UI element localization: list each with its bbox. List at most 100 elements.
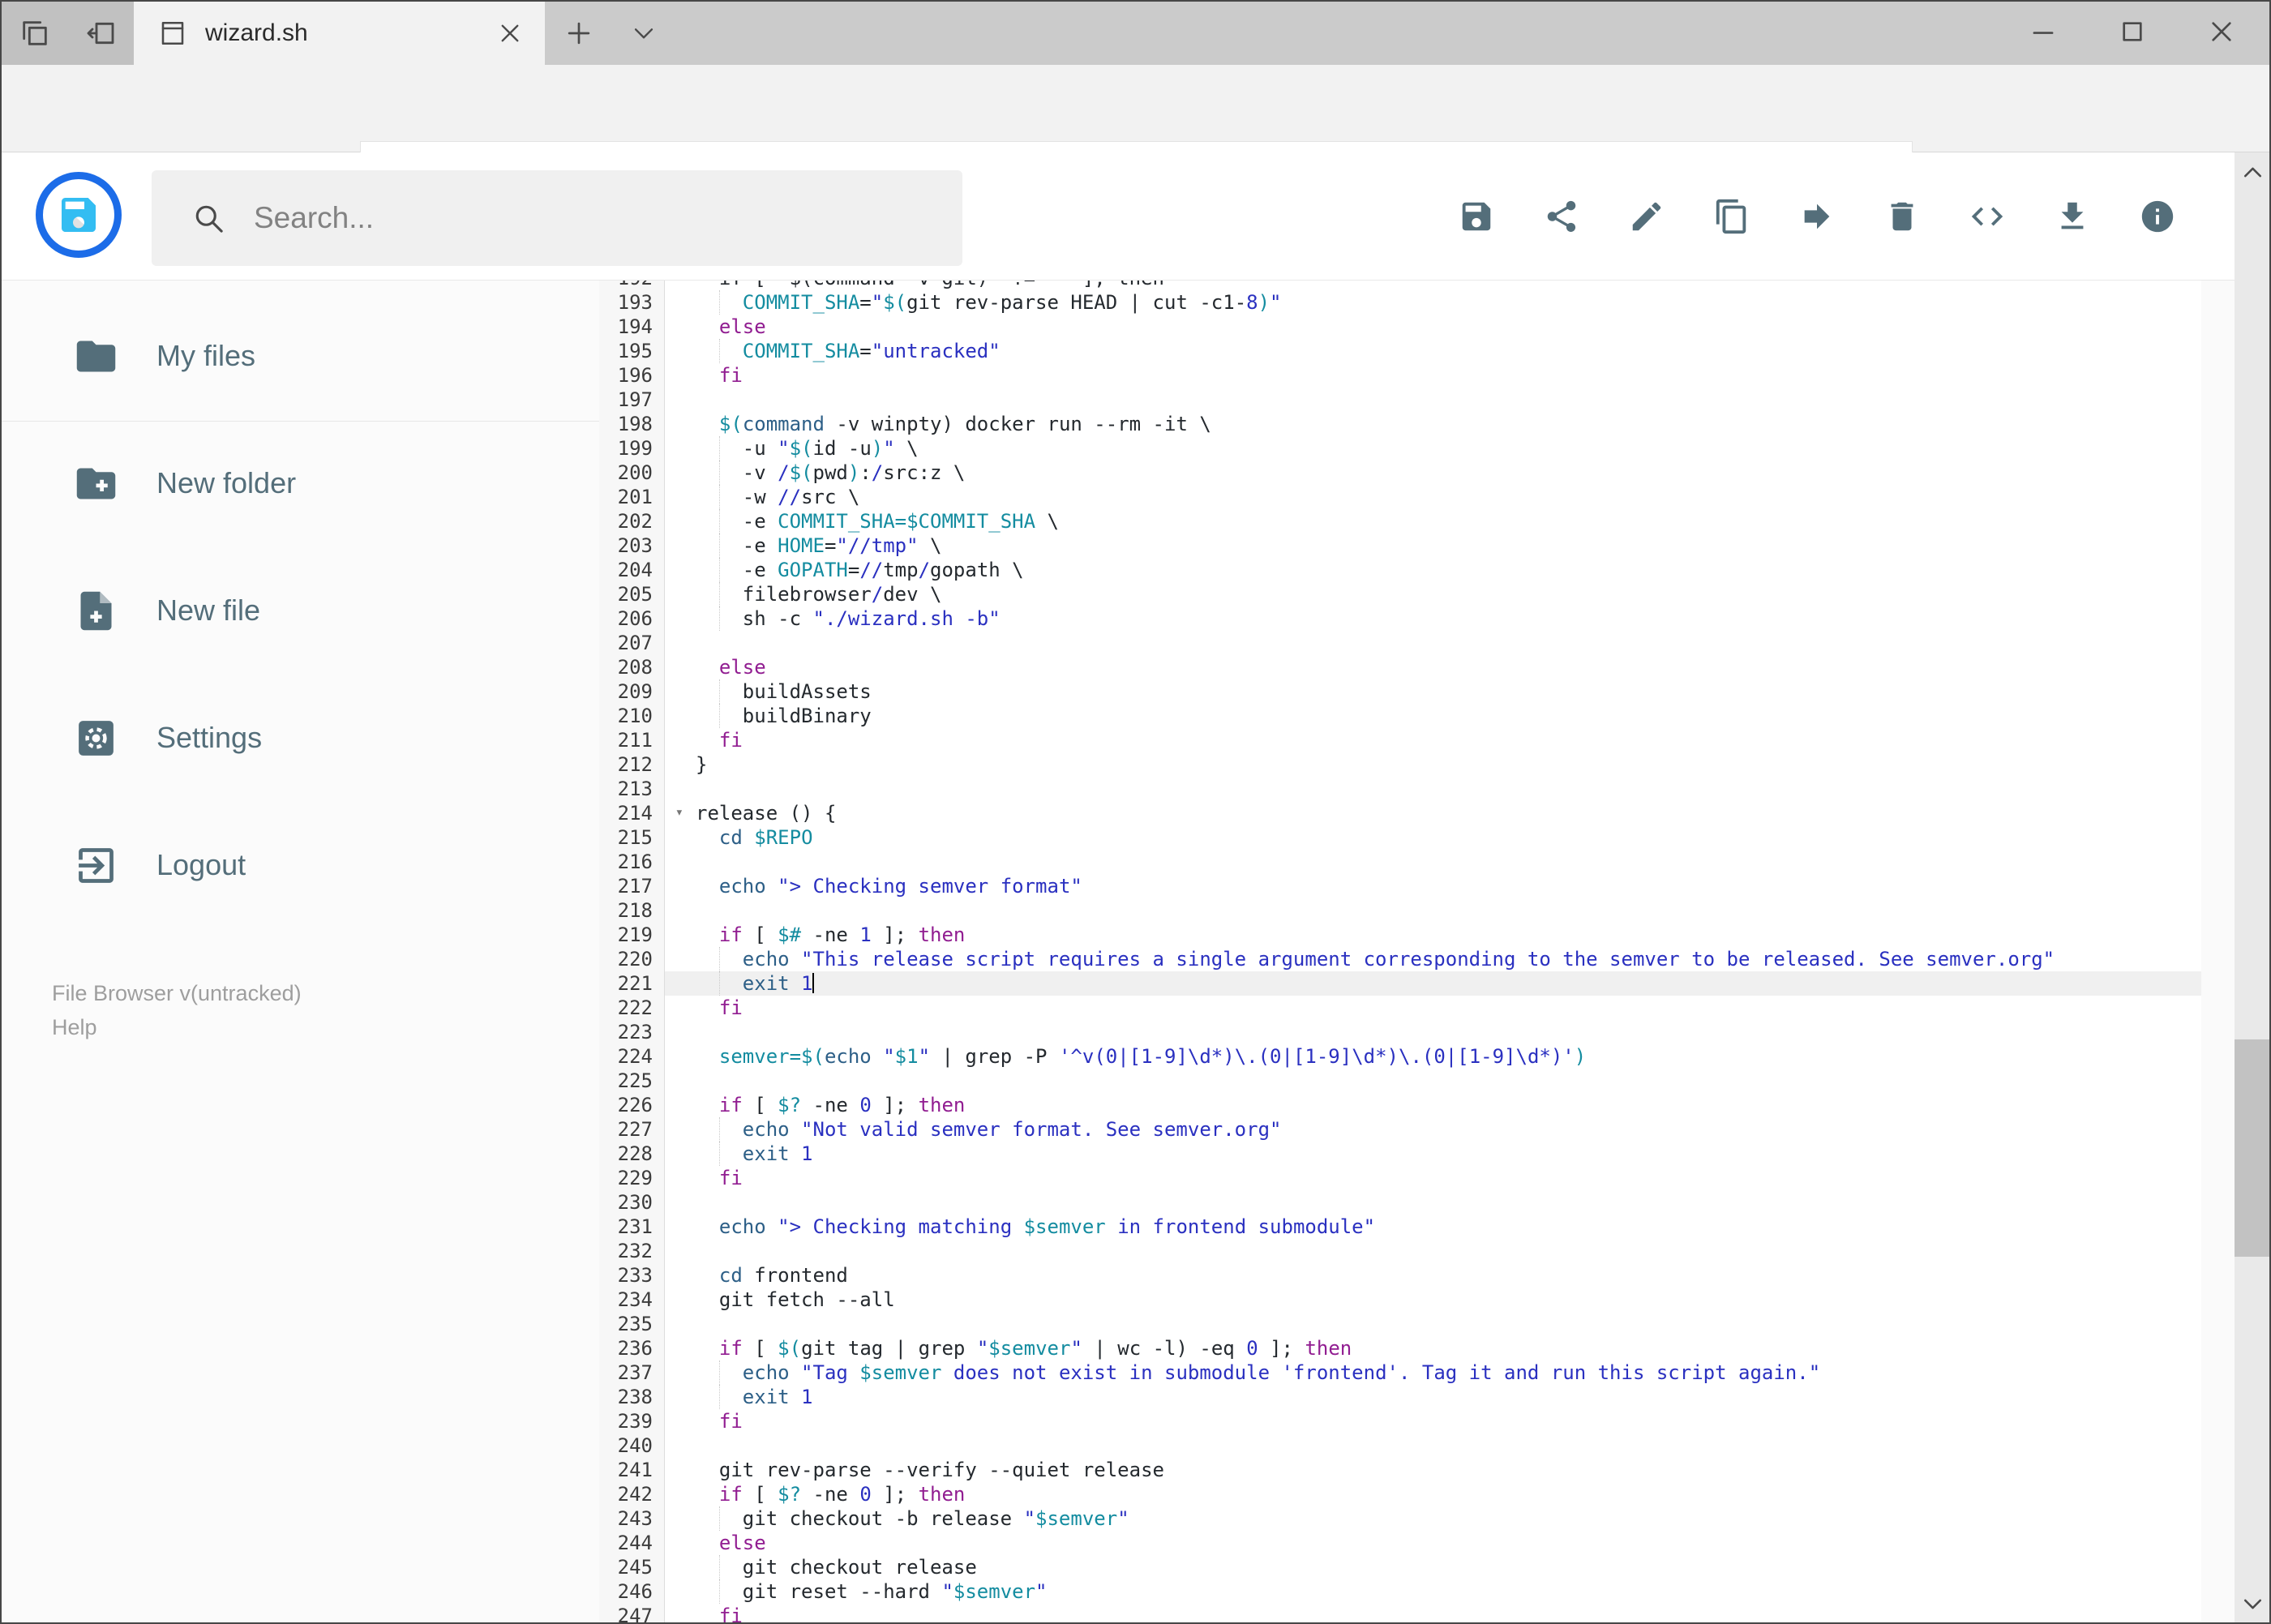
line-number[interactable]: 205 [599,582,665,606]
line-number[interactable]: 213 [599,777,665,801]
code-text[interactable]: echo "This release script requires a sin… [665,947,2201,971]
sidebar-item-new-folder[interactable]: New folder [73,451,296,516]
code-text[interactable]: fi [665,1604,2201,1622]
code-text[interactable]: cd $REPO [665,825,2201,850]
line-number[interactable]: 239 [599,1409,665,1433]
code-text[interactable]: -e COMMIT_SHA=$COMMIT_SHA \ [665,509,2201,533]
line-number[interactable]: 197 [599,388,665,412]
line-number[interactable]: 233 [599,1263,665,1288]
set-tabs-aside-icon[interactable] [84,17,117,49]
code-text[interactable]: git checkout release [665,1555,2201,1579]
line-number[interactable]: 244 [599,1531,665,1555]
code-text[interactable]: else [665,315,2201,339]
line-number[interactable]: 194 [599,315,665,339]
move-button[interactable] [1795,195,1838,238]
code-text[interactable]: sh -c "./wizard.sh -b" [665,606,2201,631]
line-number[interactable]: 221 [599,971,665,996]
code-text[interactable]: else [665,1531,2201,1555]
line-number[interactable]: 242 [599,1482,665,1506]
line-number[interactable]: 227 [599,1117,665,1142]
code-text[interactable] [665,850,2201,874]
code-text[interactable]: fi [665,996,2201,1020]
line-number[interactable]: 195 [599,339,665,363]
code-text[interactable]: if [ $? -ne 0 ]; then [665,1093,2201,1117]
code-text[interactable]: filebrowser/dev \ [665,582,2201,606]
code-text[interactable]: -w //src \ [665,485,2201,509]
code-editor[interactable]: 192 if [ "$(command -v git)" != "" ]; th… [599,281,2201,1622]
code-text[interactable] [665,388,2201,412]
share-button[interactable] [1540,195,1583,238]
line-number[interactable]: 217 [599,874,665,898]
code-text[interactable] [665,777,2201,801]
line-number[interactable]: 231 [599,1215,665,1239]
line-number[interactable]: 246 [599,1579,665,1604]
line-number[interactable]: 209 [599,679,665,704]
search-box[interactable] [152,170,962,266]
line-number[interactable]: 192 [599,281,665,290]
line-number[interactable]: 198 [599,412,665,436]
code-text[interactable]: echo "> Checking matching $semver in fro… [665,1215,2201,1239]
line-number[interactable]: 243 [599,1506,665,1531]
code-text[interactable]: if [ $(git tag | grep "$semver" | wc -l)… [665,1336,2201,1360]
line-number[interactable]: 204 [599,558,665,582]
code-text[interactable]: git checkout -b release "$semver" [665,1506,2201,1531]
code-text[interactable]: exit 1 [665,1385,2201,1409]
tab-close-icon[interactable] [496,19,524,47]
code-button[interactable] [1965,195,2008,238]
line-number[interactable]: 237 [599,1360,665,1385]
code-text[interactable]: -u "$(id -u)" \ [665,436,2201,461]
code-text[interactable]: COMMIT_SHA="untracked" [665,339,2201,363]
line-number[interactable]: 228 [599,1142,665,1166]
code-text[interactable]: -e HOME="//tmp" \ [665,533,2201,558]
code-text[interactable]: release () { [665,801,2201,825]
copy-button[interactable] [1710,195,1753,238]
line-number[interactable]: 207 [599,631,665,655]
code-text[interactable]: echo "Not valid semver format. See semve… [665,1117,2201,1142]
line-number[interactable]: 200 [599,461,665,485]
code-text[interactable] [665,1433,2201,1458]
code-text[interactable]: $(command -v winpty) docker run --rm -it… [665,412,2201,436]
code-text[interactable]: } [665,752,2201,777]
code-text[interactable]: git reset --hard "$semver" [665,1579,2201,1604]
line-number[interactable]: 201 [599,485,665,509]
line-number[interactable]: 241 [599,1458,665,1482]
code-text[interactable]: fi [665,363,2201,388]
sidebar-item-settings[interactable]: Settings [73,705,262,770]
line-number[interactable]: 208 [599,655,665,679]
code-text[interactable]: -e GOPATH=//tmp/gopath \ [665,558,2201,582]
scroll-down-icon[interactable] [2238,1589,2268,1619]
download-button[interactable] [2050,195,2093,238]
scroll-up-icon[interactable] [2238,157,2268,187]
code-text[interactable] [665,1312,2201,1336]
scrollbar-thumb[interactable] [2235,1039,2269,1257]
code-text[interactable]: exit 1 [665,971,2201,996]
delete-button[interactable] [1880,195,1923,238]
code-text[interactable] [665,631,2201,655]
code-fold-arrow-icon[interactable]: ▾ [675,800,683,825]
line-number[interactable]: 223 [599,1020,665,1044]
code-text[interactable] [665,1190,2201,1215]
save-button[interactable] [1455,195,1498,238]
code-text[interactable]: else [665,655,2201,679]
line-number[interactable]: 210 [599,704,665,728]
line-number[interactable]: 247 [599,1604,665,1622]
line-number[interactable]: 203 [599,533,665,558]
line-number[interactable]: 240 [599,1433,665,1458]
line-number[interactable]: 211 [599,728,665,752]
code-text[interactable]: echo "Tag $semver does not exist in subm… [665,1360,2201,1385]
maximize-button[interactable] [2117,16,2148,47]
line-number[interactable]: 212 [599,752,665,777]
minimize-button[interactable] [2028,16,2059,47]
line-number[interactable]: 222 [599,996,665,1020]
tab-preview-icon[interactable] [19,17,51,49]
page-scrollbar[interactable] [2235,152,2269,1622]
line-number[interactable]: 225 [599,1069,665,1093]
line-number[interactable]: 232 [599,1239,665,1263]
close-window-button[interactable] [2206,16,2237,47]
code-text[interactable]: semver=$(echo "$1" | grep -P '^v(0|[1-9]… [665,1044,2201,1069]
code-text[interactable] [665,1069,2201,1093]
info-button[interactable] [2136,195,2179,238]
line-number[interactable]: 226 [599,1093,665,1117]
line-number[interactable]: 215 [599,825,665,850]
line-number[interactable]: 206 [599,606,665,631]
